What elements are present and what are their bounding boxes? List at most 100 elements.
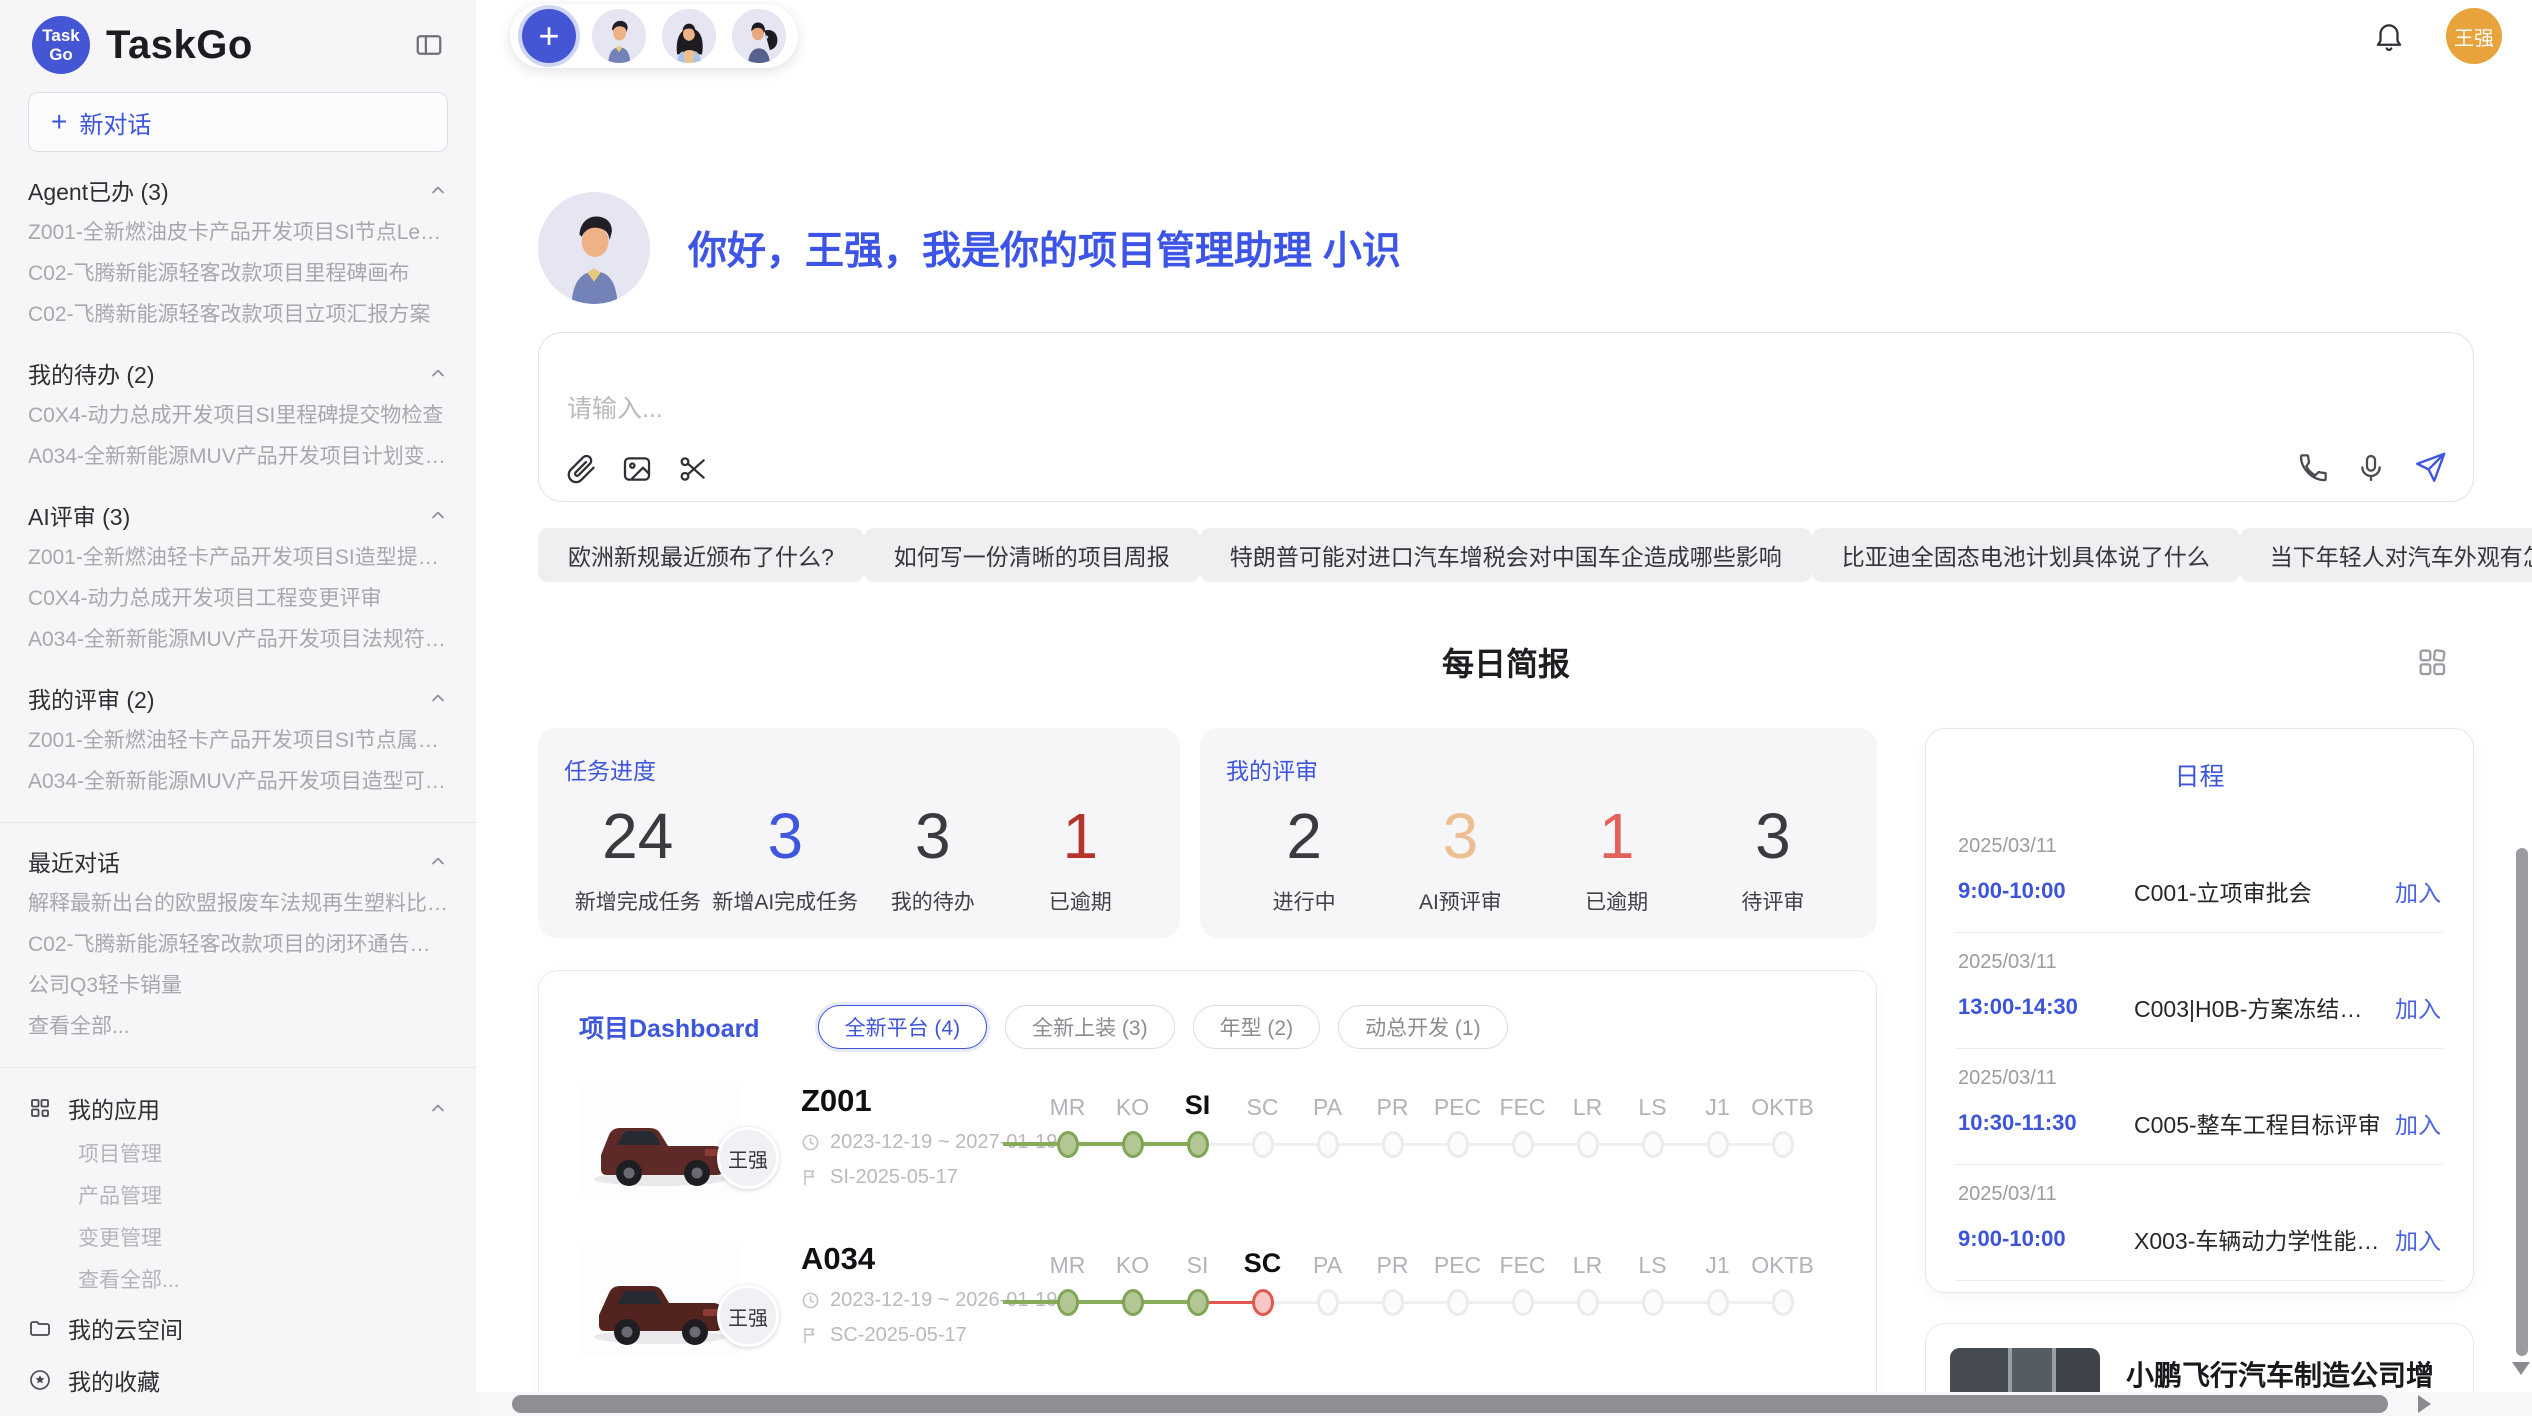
dashboard-filters: 全新平台 (4) 全新上装 (3) 年型 (2) 动总开发 (1) xyxy=(818,1005,1508,1049)
sidebar-list-item[interactable]: A034-全新新能源MUV产品开发项目计划变更表编写 xyxy=(28,436,448,477)
logo-line2: Go xyxy=(49,45,73,64)
suggestion-chip[interactable]: 当下年轻人对汽车外观有怎样的喜好趋势 xyxy=(2240,528,2532,582)
milestone-label: OKTB xyxy=(1751,1083,1814,1121)
sidebar-list-item[interactable]: C02-飞腾新能源轻客改款项目里程碑画布 xyxy=(28,253,448,294)
stat-label: 新增AI完成任务 xyxy=(712,886,860,916)
scissors-icon[interactable] xyxy=(677,453,709,485)
stat-item: 2 进行中 xyxy=(1226,790,1382,916)
project-photo xyxy=(579,1083,741,1198)
milestone-dot xyxy=(1707,1289,1729,1316)
section-header[interactable]: Agent已办 (3) xyxy=(28,172,448,208)
sidebar-list-item[interactable]: Z001-全新燃油皮卡产品开发项目SI节点Lesson Learn报告 xyxy=(28,212,448,253)
agent-avatar-1[interactable] xyxy=(592,9,646,63)
vertical-scrollbar-thumb[interactable] xyxy=(2516,848,2528,1356)
app-link-item[interactable]: 产品管理 xyxy=(78,1176,448,1218)
suggestion-chip[interactable]: 特朗普可能对进口汽车增税会对中国车企造成哪些影响 xyxy=(1200,528,1812,582)
sidebar-list-item[interactable]: Z001-全新燃油轻卡产品开发项目SI造型提交物评审 xyxy=(28,537,448,578)
project-row[interactable]: 王强 A034 2023-12-19 ~ 2026-01-19 SC-2025-… xyxy=(579,1241,1836,1365)
sidebar-list-item[interactable]: C0X4-动力总成开发项目工程变更评审 xyxy=(28,578,448,619)
stat-label: 我的待办 xyxy=(859,886,1007,916)
recent-chat-item[interactable]: 解释最新出台的欧盟报废车法规再生塑料比例被调至15%... xyxy=(28,883,448,924)
event-date: 2025/03/11 xyxy=(1958,1067,2441,1090)
notification-bell-icon[interactable] xyxy=(2372,19,2406,53)
filter-pill[interactable]: 全新平台 (4) xyxy=(818,1005,988,1049)
scroll-down-arrow-icon[interactable] xyxy=(2512,1362,2530,1375)
sidebar-list-item[interactable]: Z001-全新燃油轻卡产品开发项目SI节点属性5D文件评审 xyxy=(28,720,448,761)
image-icon[interactable] xyxy=(621,453,653,485)
scroll-right-arrow-icon[interactable] xyxy=(2418,1395,2431,1413)
sidebar-list-item[interactable]: A034-全新新能源MUV产品开发项目造型可行性评审 xyxy=(28,761,448,802)
section-header[interactable]: AI评审 (3) xyxy=(28,497,448,533)
schedule-event[interactable]: 2025/03/11 13:00-14:30 C003|H0B-方案冻结评审 加… xyxy=(1956,933,2443,1049)
milestone: OKTB xyxy=(1750,1241,1815,1365)
milestone-label: KO xyxy=(1116,1241,1149,1279)
suggestion-chip[interactable]: 欧洲新规最近颁布了什么? xyxy=(538,528,864,582)
add-conversation-button[interactable]: + xyxy=(522,9,576,63)
milestone-track: MR KO SI xyxy=(1035,1083,1815,1207)
event-join-link[interactable]: 加入 xyxy=(2395,874,2441,908)
stat-item: 3 我的待办 xyxy=(859,790,1007,916)
horizontal-scrollbar[interactable] xyxy=(476,1392,2532,1416)
flag-icon xyxy=(801,1168,820,1187)
sidebar-list-item[interactable]: C02-飞腾新能源轻客改款项目立项汇报方案 xyxy=(28,294,448,335)
stat-label: 进行中 xyxy=(1226,886,1382,916)
milestone-label: KO xyxy=(1116,1083,1149,1121)
flag-icon xyxy=(801,1326,820,1345)
send-icon[interactable] xyxy=(2413,451,2447,485)
section-header[interactable]: 我的评审 (2) xyxy=(28,680,448,716)
milestone-dot xyxy=(1382,1289,1404,1316)
milestone-label: OKTB xyxy=(1751,1241,1814,1279)
sidebar-collapse-icon[interactable] xyxy=(414,30,444,60)
sidebar-section-recent: 最近对话 解释最新出台的欧盟报废车法规再生塑料比例被调至15%...C02-飞腾… xyxy=(28,843,448,1047)
phone-icon[interactable] xyxy=(2297,452,2329,484)
agent-avatar-3[interactable] xyxy=(732,9,786,63)
event-join-link[interactable]: 加入 xyxy=(2395,1106,2441,1140)
filter-pill[interactable]: 动总开发 (1) xyxy=(1338,1005,1508,1049)
project-row[interactable]: 王强 Z001 2023-12-19 ~ 2027-01-19 SI-2025-… xyxy=(579,1083,1836,1207)
recent-chat-item[interactable]: C02-飞腾新能源轻客改款项目的闭环通告反馈情况 xyxy=(28,924,448,965)
agent-avatar-2[interactable] xyxy=(662,9,716,63)
stat-item: 3 待评审 xyxy=(1695,790,1851,916)
chat-input-card[interactable]: 请输入... xyxy=(538,332,2474,502)
top-right-actions: 王强 xyxy=(2372,8,2502,64)
app-link-item[interactable]: 项目管理 xyxy=(78,1134,448,1176)
project-dashboard-card: 项目Dashboard 全新平台 (4)全新上装 (3)年型 (2)动总开发 (… xyxy=(538,970,1877,1416)
sidebar-list-item[interactable]: C0X4-动力总成开发项目SI里程碑提交物检查 xyxy=(28,395,448,436)
stat-value: 2 xyxy=(1226,790,1382,882)
event-join-link[interactable]: 加入 xyxy=(2395,990,2441,1024)
filter-pill[interactable]: 全新上装 (3) xyxy=(1005,1005,1175,1049)
my-review-title: 我的评审 xyxy=(1226,752,1851,786)
sidebar-item-my-apps[interactable]: 我的应用 xyxy=(28,1082,448,1134)
logo-line1: Task xyxy=(42,26,80,45)
milestone-dot xyxy=(1187,1289,1209,1316)
sidebar-item-favorites[interactable]: 我的收藏 xyxy=(28,1354,448,1406)
schedule-event[interactable]: 2025/03/11 9:00-10:00 X003-车辆动力学性能验... 加… xyxy=(1956,1165,2443,1281)
section-header[interactable]: 最近对话 xyxy=(28,843,448,879)
stat-value: 1 xyxy=(1007,790,1155,882)
sidebar-list-item[interactable]: A034-全新新能源MUV产品开发项目法规符合性评审 xyxy=(28,619,448,660)
my-review-card: 我的评审 2 进行中 3 AI预评审 xyxy=(1200,728,1877,938)
suggestion-chip[interactable]: 如何写一份清晰的项目周报 xyxy=(864,528,1200,582)
new-chat-button[interactable]: + 新对话 xyxy=(28,92,448,152)
user-avatar[interactable]: 王强 xyxy=(2446,8,2502,64)
filter-pill[interactable]: 年型 (2) xyxy=(1193,1005,1321,1049)
chat-input-placeholder[interactable]: 请输入... xyxy=(567,389,2445,425)
horizontal-scrollbar-thumb[interactable] xyxy=(512,1395,2388,1413)
schedule-event[interactable]: 2025/03/11 9:00-10:00 C001-立项审批会 加入 xyxy=(1956,817,2443,933)
app-link-item[interactable]: 变更管理 xyxy=(78,1218,448,1260)
section-header[interactable]: 我的待办 (2) xyxy=(28,355,448,391)
mic-icon[interactable] xyxy=(2355,452,2387,484)
suggestion-chip[interactable]: 比亚迪全固态电池计划具体说了什么 xyxy=(1812,528,2240,582)
event-join-link[interactable]: 加入 xyxy=(2395,1222,2441,1256)
recent-chat-item[interactable]: 公司Q3轻卡销量 xyxy=(28,965,448,1006)
daily-briefing-title: 每日简报 xyxy=(1442,639,1570,685)
paperclip-icon[interactable] xyxy=(565,453,597,485)
layout-grid-icon[interactable] xyxy=(2416,646,2448,678)
sidebar-item-cloud-space[interactable]: 我的云空间 xyxy=(28,1302,448,1354)
project-owner-badge: 王强 xyxy=(717,1127,779,1189)
app-link-item[interactable]: 查看全部... xyxy=(78,1260,448,1302)
schedule-event[interactable]: 2025/03/11 10:30-11:30 C005-整车工程目标评审 加入 xyxy=(1956,1049,2443,1165)
milestone-dot xyxy=(1577,1289,1599,1316)
schedule-title: 日程 xyxy=(1956,757,2443,793)
recent-chat-item[interactable]: 查看全部... xyxy=(28,1006,448,1047)
